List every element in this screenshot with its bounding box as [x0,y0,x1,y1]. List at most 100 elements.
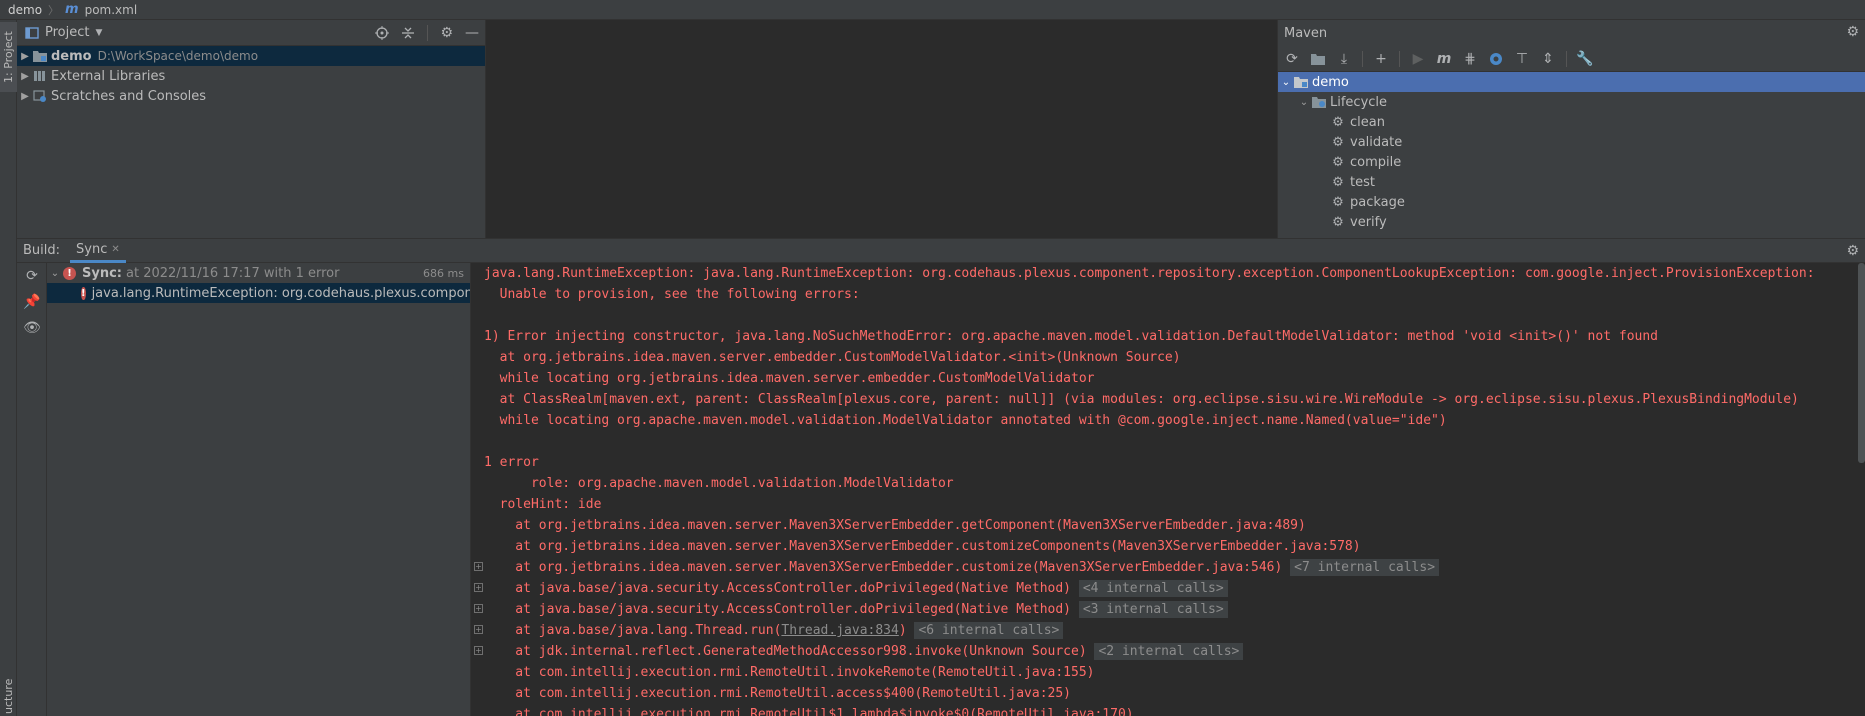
expand-fold-icon[interactable]: + [474,604,483,613]
tree-item-external-libraries[interactable]: ▶ External Libraries [17,66,485,86]
gear-icon: ⚙ [1332,194,1344,210]
gear-icon[interactable]: ⚙ [1846,243,1859,259]
console-line: while locating org.apache.maven.model.va… [484,413,1447,428]
maven-lifecycle[interactable]: ⌄ Lifecycle [1278,92,1865,112]
breadcrumb-file[interactable]: pom.xml [85,3,138,17]
console-scrollbar[interactable] [1858,263,1865,463]
maven-root-demo[interactable]: ⌄ demo [1278,72,1865,92]
breadcrumb-project[interactable]: demo [8,3,42,17]
collapse-all-icon[interactable] [401,26,415,40]
sync-result-row[interactable]: ⌄ ! Sync: at 2022/11/16 17:17 with 1 err… [47,263,470,283]
toggle-offline-icon[interactable]: ⋕ [1462,51,1478,67]
collapse-all-icon[interactable]: ⇕ [1540,51,1556,67]
gear-icon: ⚙ [1332,114,1344,130]
chevron-down-icon[interactable]: ⌄ [1278,77,1294,88]
maven-goal-validate[interactable]: ⚙ validate [1278,132,1865,152]
internal-calls-badge[interactable]: <4 internal calls> [1078,580,1228,597]
maven-goal-compile[interactable]: ⚙ compile [1278,152,1865,172]
project-panel-title[interactable]: Project [45,25,89,40]
eye-icon[interactable]: 👁 [17,315,47,341]
gear-icon[interactable]: ⚙ [1846,24,1859,40]
error-icon: ! [63,266,76,280]
project-view-icon [25,26,39,40]
tree-item-scratches[interactable]: ▶ Scratches and Consoles [17,86,485,106]
expand-fold-icon[interactable]: + [474,583,483,592]
left-tool-stripe: 1: Project ucture [0,20,17,716]
maven-goal-test[interactable]: ⚙ test [1278,172,1865,192]
show-dependencies-icon[interactable]: ⊤ [1514,51,1530,67]
maven-toolbar: ⟳ ⤓ + ▶ m ⋕ ⊤ ⇕ 🔧 [1278,46,1865,72]
internal-calls-badge[interactable]: <6 internal calls> [914,622,1064,639]
project-tool-tab-label: 1: Project [2,31,15,83]
console-line-text: at java.base/java.lang.Thread.run( [484,623,782,638]
download-icon[interactable]: ⤓ [1336,51,1352,67]
console-line: at org.jetbrains.idea.maven.server.embed… [484,350,1181,365]
tab-sync[interactable]: Sync ✕ [70,238,126,263]
chevron-down-icon[interactable]: ▼ [95,28,102,38]
libraries-icon [33,70,47,82]
console-line: Unable to provision, see the following e… [484,287,860,302]
gear-icon[interactable]: ⚙ [440,25,453,41]
console-output[interactable]: java.lang.RuntimeException: java.lang.Ru… [471,263,1865,716]
chevron-down-icon[interactable]: ⌄ [47,268,63,279]
console-line-text: at java.base/java.security.AccessControl… [484,581,1071,596]
toolbar-separator [1566,50,1567,67]
maven-goal-label: test [1350,174,1375,190]
chevron-right-icon[interactable]: ▶ [17,91,33,102]
close-icon[interactable]: ✕ [111,244,119,255]
console-line: at com.intellij.execution.rmi.RemoteUtil… [484,665,1095,680]
execute-goal-icon[interactable]: m [1436,51,1452,67]
structure-tool-tab-label: ucture [2,678,15,714]
add-icon[interactable]: + [1373,51,1389,67]
module-folder-icon [33,50,47,62]
console-line-text: at java.base/java.security.AccessControl… [484,602,1071,617]
generate-sources-icon[interactable] [1310,51,1326,67]
error-item-row[interactable]: ! java.lang.RuntimeException: org.codeha… [47,283,470,303]
console-line-text: at jdk.internal.reflect.GeneratedMethodA… [484,644,1087,659]
skip-tests-icon[interactable] [1488,51,1504,67]
maven-goal-clean[interactable]: ⚙ clean [1278,112,1865,132]
toolbar-separator [1362,50,1363,67]
source-link[interactable]: Thread.java:834 [781,623,898,638]
build-panel-header: Build: Sync ✕ ⚙ [17,238,1865,263]
project-panel: Project ▼ ⚙ — ▶ demo D:\WorkSpace\demo\d… [17,20,486,238]
console-line-folded: + at java.base/java.security.AccessContr… [471,599,1865,620]
structure-tool-tab[interactable]: ucture [0,676,17,716]
reload-icon[interactable]: ⟳ [1284,51,1300,67]
maven-goal-package[interactable]: ⚙ package [1278,192,1865,212]
maven-goal-verify[interactable]: ⚙ verify [1278,212,1865,232]
breadcrumb-separator: 〉 [48,3,60,17]
console-line-folded: + at java.base/java.lang.Thread.run(Thre… [471,620,1865,641]
tab-sync-label: Sync [76,241,108,257]
chevron-down-icon[interactable]: ⌄ [1296,97,1312,108]
build-toolstrip: ⟳ 📌 👁 [17,263,47,716]
toolbar-separator [427,25,429,41]
pin-icon[interactable]: 📌 [17,289,47,315]
console-line-folded: + at java.base/java.security.AccessContr… [471,578,1865,599]
internal-calls-badge[interactable]: <2 internal calls> [1094,643,1244,660]
refresh-icon[interactable]: ⟳ [17,263,47,289]
tree-item-demo[interactable]: ▶ demo D:\WorkSpace\demo\demo [17,46,485,66]
console-line-text: at org.jetbrains.idea.maven.server.Maven… [484,560,1283,575]
minimize-icon[interactable]: — [465,25,479,41]
expand-fold-icon[interactable]: + [474,625,483,634]
project-tool-tab[interactable]: 1: Project [0,22,17,92]
expand-fold-icon[interactable]: + [474,646,483,655]
toolbar-separator [1399,50,1400,67]
gear-icon: ⚙ [1332,214,1344,230]
run-icon[interactable]: ▶ [1410,51,1426,67]
tree-item-label: demo [51,48,92,64]
project-panel-header: Project ▼ ⚙ — [17,20,485,46]
wrench-icon[interactable]: 🔧 [1576,51,1593,67]
internal-calls-badge[interactable]: <7 internal calls> [1290,559,1440,576]
maven-goal-label: compile [1350,154,1402,170]
maven-lifecycle-label: Lifecycle [1330,94,1388,110]
maven-goal-label: package [1350,194,1405,210]
chevron-right-icon[interactable]: ▶ [17,51,33,62]
console-line: at org.jetbrains.idea.maven.server.Maven… [484,539,1361,554]
chevron-right-icon[interactable]: ▶ [17,71,33,82]
maven-panel-title: Maven [1284,25,1328,41]
expand-fold-icon[interactable]: + [474,562,483,571]
internal-calls-badge[interactable]: <3 internal calls> [1078,601,1228,618]
locate-icon[interactable] [375,26,390,40]
